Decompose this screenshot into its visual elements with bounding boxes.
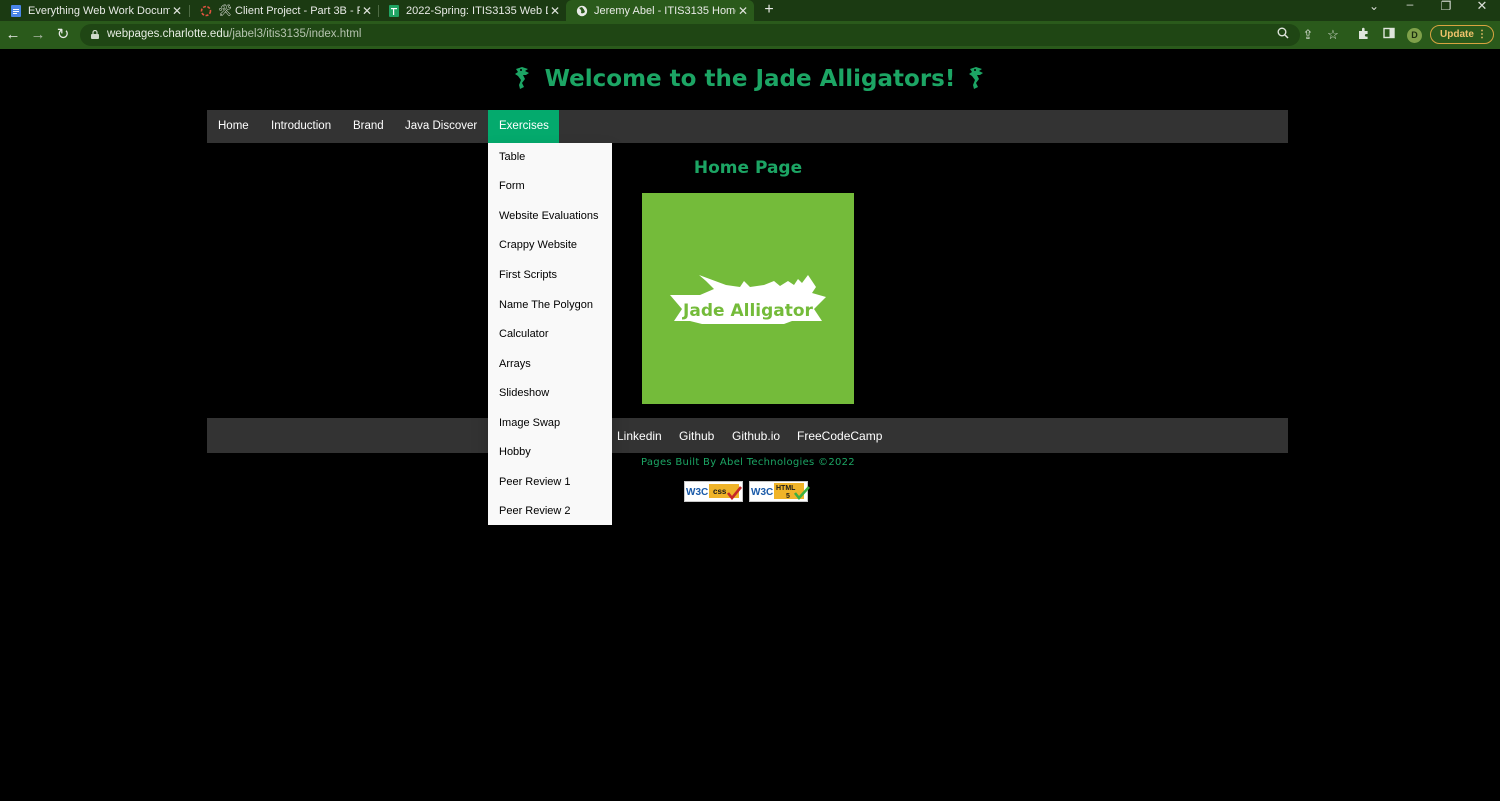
more-menu-icon: ⋮ [1477, 29, 1487, 40]
dropdown-item-table[interactable]: Table [499, 151, 525, 163]
dropdown-item-first-scripts[interactable]: First Scripts [499, 269, 557, 281]
tab-title: 2022-Spring: ITIS3135 Web Deve [406, 4, 548, 17]
tab-title: Jeremy Abel - ITIS3135 Home Pa [594, 4, 736, 17]
lock-icon [91, 30, 99, 39]
zoom-icon[interactable] [1273, 25, 1293, 45]
dropdown-item-peer-review-1[interactable]: Peer Review 1 [499, 476, 571, 488]
dropdown-item-peer-review-2[interactable]: Peer Review 2 [499, 505, 571, 517]
update-button[interactable]: Update ⋮ [1430, 25, 1494, 44]
new-tab-button[interactable]: + [761, 0, 777, 21]
footer-link-freecodecamp[interactable]: FreeCodeCamp [797, 418, 882, 453]
w3c-html5-badge[interactable]: W3C HTML 5 [749, 481, 810, 502]
tab-title: Everything Web Work Document [28, 4, 170, 17]
badge-html-text: HTML [776, 485, 796, 492]
url-path: /jabel3/itis3135/index.html [229, 28, 362, 40]
tab-close-icon[interactable]: ✕ [170, 4, 184, 18]
footer-link-github[interactable]: Github [679, 418, 714, 453]
dropdown-item-slideshow[interactable]: Slideshow [499, 387, 549, 399]
tab-close-icon[interactable]: ✕ [736, 4, 750, 18]
restore-button[interactable]: ❐ [1436, 0, 1456, 14]
address-bar[interactable]: webpages.charlotte.edu/jabel3/itis3135/i… [80, 24, 1300, 46]
site-title: Welcome to the Jade Alligators! [0, 66, 1500, 92]
site-title-text: Welcome to the Jade Alligators! [544, 66, 956, 92]
w3c-css-badge[interactable]: W3C css [684, 481, 743, 502]
jade-alligator-logo: Jade Alligator [642, 193, 854, 404]
browser-toolbar: ← → ↻ webpages.charlotte.edu/jabel3/itis… [0, 21, 1500, 49]
tab-search-chevron-icon[interactable]: ⌄ [1364, 0, 1384, 14]
tab-close-icon[interactable]: ✕ [548, 4, 562, 18]
browser-tab-client-project[interactable]: 🛠 Client Project - Part 3B - Peer ✕ [190, 0, 378, 21]
footer-link-linkedin[interactable]: Linkedin [617, 418, 662, 453]
forward-arrow-icon[interactable]: → [28, 25, 48, 45]
copyright-text: Pages Built By Abel Technologies ©2022 [641, 457, 855, 468]
badge-w3c-text: W3C [686, 487, 708, 498]
logo-text: Jade Alligator [682, 301, 813, 321]
back-arrow-icon[interactable]: ← [3, 25, 23, 45]
dropdown-item-name-the-polygon[interactable]: Name The Polygon [499, 299, 593, 311]
alligator-icon [969, 67, 984, 89]
dropdown-item-image-swap[interactable]: Image Swap [499, 417, 560, 429]
dropdown-item-website-evaluations[interactable]: Website Evaluations [499, 210, 598, 222]
dropdown-item-form[interactable]: Form [499, 180, 525, 192]
reload-icon[interactable]: ↻ [53, 25, 73, 45]
footer-bar: Linkedin Github Github.io FreeCodeCamp [207, 418, 1288, 453]
browser-tab-sheets[interactable]: 2022-Spring: ITIS3135 Web Deve ✕ [378, 0, 566, 21]
url-host: webpages.charlotte.edu [107, 28, 230, 40]
bookmark-star-icon[interactable]: ☆ [1323, 25, 1343, 45]
browser-tab-docs[interactable]: Everything Web Work Document ✕ [0, 0, 188, 21]
profile-avatar[interactable]: D [1407, 28, 1422, 43]
dropdown-item-arrays[interactable]: Arrays [499, 358, 531, 370]
share-icon[interactable]: ⇪ [1298, 25, 1318, 45]
logo-graphic: Jade Alligator [670, 275, 826, 324]
main-nav: Home Introduction Brand Java Discover Ex… [207, 110, 1288, 143]
tab-title: 🛠 Client Project - Part 3B - Peer [218, 5, 360, 17]
globe-icon [576, 5, 588, 17]
nav-home[interactable]: Home [207, 110, 260, 143]
nav-introduction[interactable]: Introduction [260, 110, 342, 143]
exercises-dropdown: Table Form Website Evaluations Crappy We… [488, 143, 612, 525]
google-sheets-icon [388, 4, 400, 17]
url-text: webpages.charlotte.edu/jabel3/itis3135/i… [107, 28, 361, 40]
dropdown-item-calculator[interactable]: Calculator [499, 328, 549, 340]
badge-html-version: 5 [786, 493, 790, 500]
update-label: Update [1440, 29, 1474, 40]
loading-spinner-icon [200, 5, 212, 17]
dropdown-item-hobby[interactable]: Hobby [499, 446, 531, 458]
badge-css-text: css [713, 487, 727, 496]
nav-java-discover[interactable]: Java Discover [394, 110, 488, 143]
minimize-button[interactable]: – [1400, 0, 1420, 12]
close-window-button[interactable]: ✕ [1472, 0, 1492, 14]
page-heading: Home Page [693, 158, 803, 178]
nav-brand[interactable]: Brand [342, 110, 395, 143]
side-panel-icon[interactable] [1379, 25, 1399, 45]
badge-w3c-text: W3C [751, 487, 773, 498]
browser-tab-active[interactable]: Jeremy Abel - ITIS3135 Home Pa ✕ [566, 0, 754, 21]
alligator-icon [514, 67, 529, 89]
nav-exercises[interactable]: Exercises [488, 110, 559, 143]
dropdown-item-crappy-website[interactable]: Crappy Website [499, 239, 577, 251]
footer-link-github-io[interactable]: Github.io [732, 418, 780, 453]
extensions-puzzle-icon[interactable] [1354, 25, 1374, 45]
tab-close-icon[interactable]: ✕ [360, 4, 374, 18]
google-docs-icon [10, 4, 22, 17]
tab-strip: Everything Web Work Document ✕ 🛠 Client … [0, 0, 1500, 21]
